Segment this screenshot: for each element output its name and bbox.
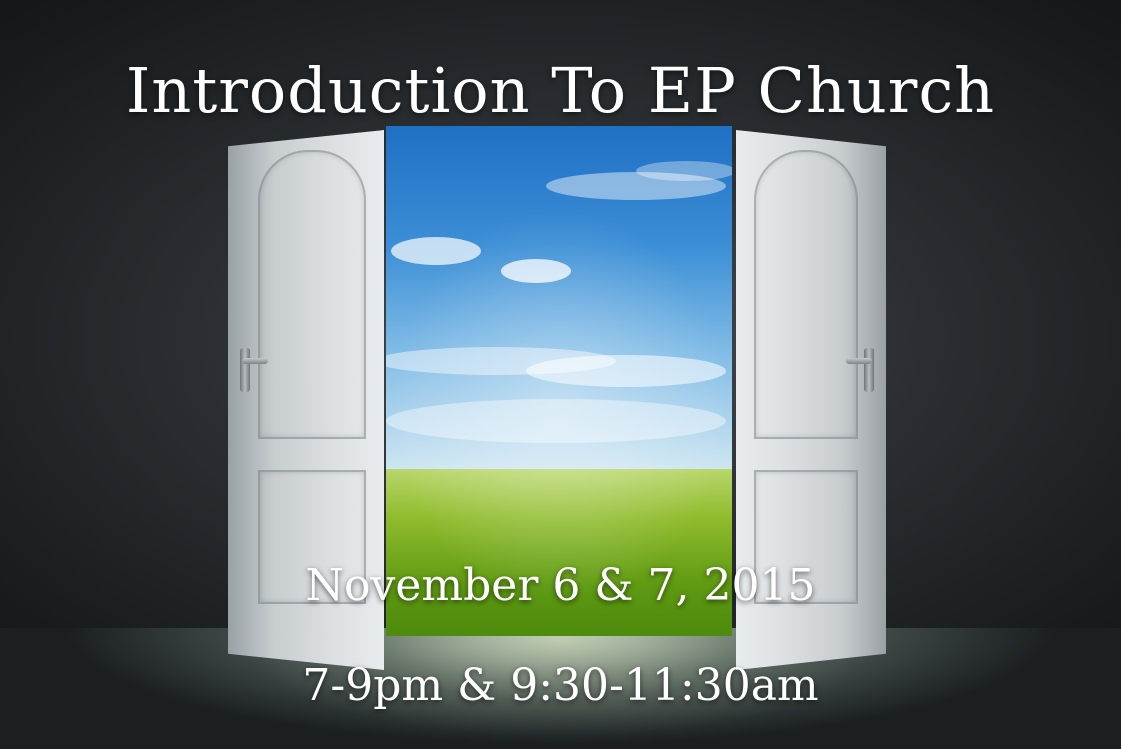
- event-poster: Introduction To EP Church November 6 & 7…: [0, 0, 1121, 749]
- poster-title: Introduction To EP Church: [125, 54, 996, 127]
- door-panel: [754, 150, 858, 439]
- door-panel: [258, 150, 366, 439]
- event-time: 7-9pm & 9:30-11:30am: [302, 660, 819, 711]
- door-handle: [240, 348, 250, 392]
- door-handle: [864, 348, 874, 392]
- door-lever: [846, 358, 872, 364]
- door-lever: [242, 358, 268, 364]
- event-date: November 6 & 7, 2015: [305, 560, 816, 611]
